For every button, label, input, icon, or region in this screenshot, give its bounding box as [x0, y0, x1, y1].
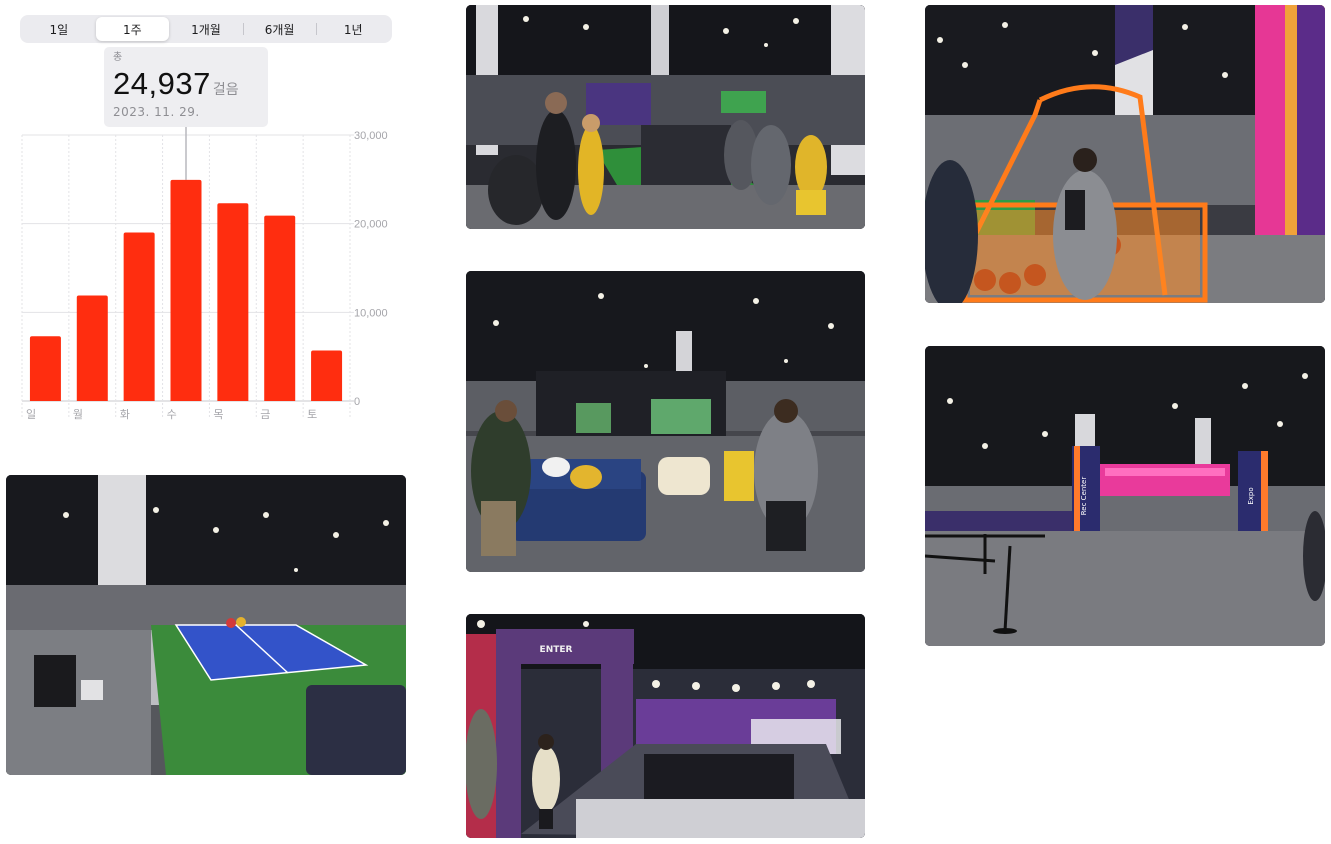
hall-sign-text: Rec Center	[1080, 477, 1088, 516]
x-tick-label: 일	[26, 407, 36, 421]
steps-unit: 걸음	[212, 82, 239, 98]
bar-토[interactable]	[311, 350, 343, 401]
hall-sign-text: Expo	[1247, 487, 1255, 504]
x-tick-label: 토	[307, 408, 317, 421]
y-tick-label: 20,000	[354, 219, 388, 231]
y-tick-label: 30,000	[354, 130, 388, 142]
photo-football-field-booth[interactable]	[466, 5, 865, 229]
y-tick-label: 0	[354, 396, 360, 408]
steps-widget: 1일 1주 1개월 6개월 1년 0 10,000 20,000 30,000 일 월 화 수…	[0, 0, 420, 440]
selected-date: 2023. 11. 29.	[113, 105, 200, 119]
x-tick-label: 목	[213, 408, 223, 421]
photo-lounge-sports-simulator[interactable]	[466, 271, 865, 572]
photo-convention-hall-entrance[interactable]: Rec Center Expo	[925, 346, 1325, 646]
bar-화[interactable]	[123, 232, 155, 401]
bar-목[interactable]	[217, 203, 249, 401]
bar-수[interactable]	[170, 179, 202, 401]
enter-sign: ENTER	[540, 645, 573, 655]
total-label: 총	[113, 52, 123, 63]
selected-day-callout: 총 24,937 걸음 2023. 11. 29.	[104, 47, 268, 127]
x-tick-label: 월	[73, 408, 83, 421]
bar-금[interactable]	[264, 215, 296, 401]
photo-pickleball-court[interactable]	[6, 475, 406, 775]
page: 1일 1주 1개월 6개월 1년 0 10,000 20,000 30,000 일 월 화 수…	[0, 0, 1331, 844]
x-tick-label: 수	[167, 408, 177, 421]
photo-soccer-enter-gate[interactable]: ENTER	[466, 614, 865, 838]
photo-basketball-arcade[interactable]	[925, 5, 1325, 303]
x-tick-label: 금	[260, 408, 270, 421]
bar-일[interactable]	[29, 336, 61, 401]
steps-total-value: 24,937	[113, 66, 211, 101]
y-tick-label: 10,000	[354, 307, 388, 319]
bar-월[interactable]	[76, 295, 108, 401]
x-tick-label: 화	[120, 408, 130, 421]
